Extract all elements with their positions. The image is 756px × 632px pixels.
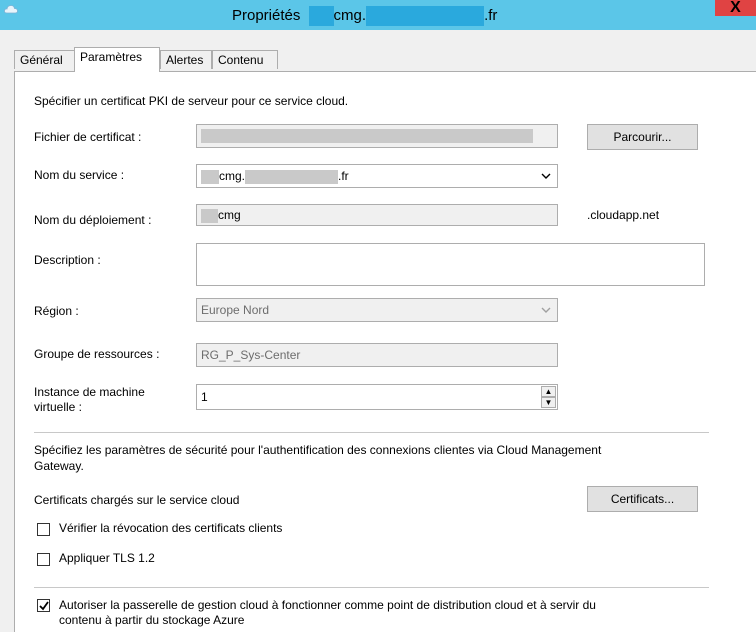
region-select[interactable]: Europe Nord bbox=[196, 298, 558, 322]
resource-group-field[interactable]: RG_P_Sys-Center bbox=[196, 343, 558, 367]
distribution-checkbox[interactable] bbox=[37, 599, 50, 612]
vm-instance-label-line2: virtuelle : bbox=[34, 400, 83, 414]
browse-button[interactable]: Parcourir... bbox=[587, 124, 698, 150]
cert-file-field[interactable] bbox=[196, 124, 558, 148]
tab-alertes[interactable]: Alertes bbox=[160, 50, 212, 69]
chevron-down-icon bbox=[541, 173, 551, 179]
redacted-block bbox=[201, 208, 218, 223]
tls-checkbox[interactable] bbox=[37, 553, 50, 566]
chevron-down-icon bbox=[541, 307, 551, 313]
distribution-checkbox-label-line2: contenu à partir du stockage Azure bbox=[59, 613, 245, 627]
description-textarea[interactable] bbox=[196, 243, 705, 286]
tab-contenu[interactable]: Contenu bbox=[212, 50, 278, 69]
service-name-select[interactable]: cmg. .fr bbox=[196, 164, 558, 188]
close-button[interactable]: X bbox=[715, 0, 756, 16]
section-divider bbox=[34, 587, 709, 588]
revocation-checkbox[interactable] bbox=[37, 523, 50, 536]
revocation-checkbox-label: Vérifier la révocation des certificats c… bbox=[59, 521, 283, 535]
resource-group-label: Groupe de ressources : bbox=[34, 347, 160, 361]
tls-checkbox-label: Appliquer TLS 1.2 bbox=[59, 551, 155, 565]
checkmark-icon bbox=[39, 601, 49, 611]
deployment-domain-suffix: .cloudapp.net bbox=[587, 208, 660, 222]
redacted-block bbox=[245, 169, 339, 184]
certificates-button[interactable]: Certificats... bbox=[587, 486, 698, 512]
deployment-name-label: Nom du déploiement : bbox=[34, 213, 152, 227]
redacted-block bbox=[366, 6, 485, 26]
cloud-icon bbox=[4, 5, 18, 14]
tab-parametres[interactable]: Paramètres bbox=[74, 47, 160, 72]
tab-general[interactable]: Général bbox=[14, 50, 75, 69]
region-label: Région : bbox=[34, 304, 79, 318]
stepper-up-icon[interactable]: ▲ bbox=[541, 386, 556, 397]
vm-instance-stepper[interactable]: 1 ▲ ▼ bbox=[196, 384, 558, 410]
description-label: Description : bbox=[34, 253, 101, 267]
redacted-block bbox=[201, 128, 533, 143]
redacted-block bbox=[308, 6, 334, 26]
cert-file-label: Fichier de certificat : bbox=[34, 130, 142, 144]
service-name-label: Nom du service : bbox=[34, 168, 125, 182]
security-intro-line2: Gateway. bbox=[34, 459, 84, 473]
window-title: Propriétés cmg. .fr bbox=[232, 6, 497, 26]
security-intro-line1: Spécifiez les paramètres de sécurité pou… bbox=[34, 443, 602, 457]
certs-label: Certificats chargés sur le service cloud bbox=[34, 493, 240, 507]
title-bar: Propriétés cmg. .fr X bbox=[0, 0, 756, 30]
section-divider bbox=[34, 432, 709, 433]
redacted-block bbox=[201, 169, 219, 184]
deployment-name-field[interactable]: cmg bbox=[196, 204, 558, 226]
intro-text: Spécifier un certificat PKI de serveur p… bbox=[34, 94, 349, 108]
stepper-down-icon[interactable]: ▼ bbox=[541, 397, 556, 408]
vm-instance-label-line1: Instance de machine bbox=[34, 385, 145, 399]
distribution-checkbox-label-line1: Autoriser la passerelle de gestion cloud… bbox=[59, 598, 596, 612]
